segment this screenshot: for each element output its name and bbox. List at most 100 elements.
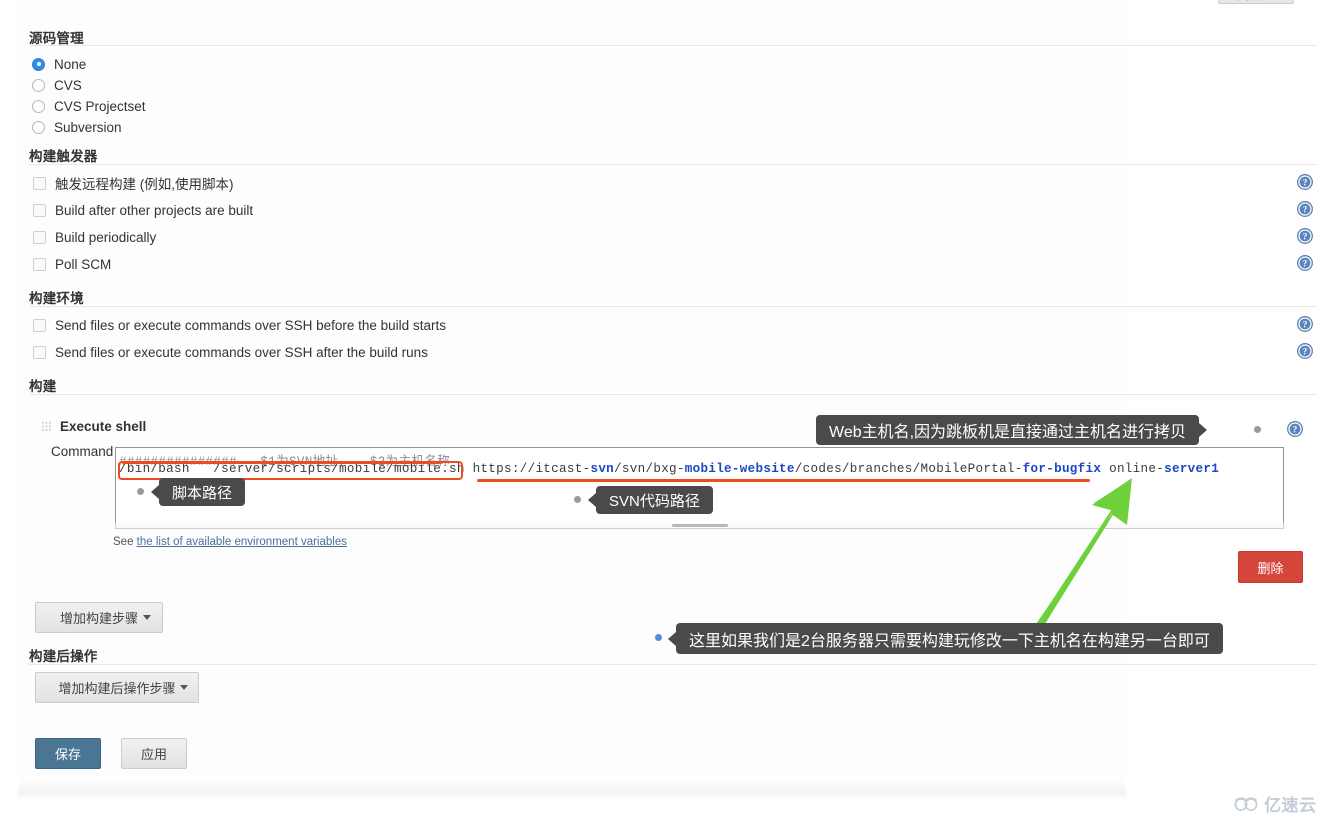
radio-label: CVS Projectset (54, 98, 146, 114)
command-url-mid1: /svn/bxg- (614, 462, 685, 476)
radio-label: CVS (54, 77, 82, 93)
checkbox-indicator[interactable] (33, 230, 46, 244)
section-heading-environment: 构建环境 (29, 291, 84, 306)
callout-pointer-icon (1199, 423, 1208, 437)
watermark-text: 亿速云 (1264, 796, 1317, 815)
help-icon[interactable]: ? (1297, 316, 1313, 332)
checkbox-poll-scm[interactable]: Poll SCM (33, 254, 111, 274)
radio-option-cvs-projectset[interactable]: CVS Projectset (32, 96, 146, 116)
section-heading-build: 构建 (29, 379, 57, 394)
radio-indicator[interactable] (32, 78, 45, 92)
command-space (1101, 462, 1109, 476)
chevron-down-icon[interactable] (180, 685, 188, 690)
svg-text:?: ? (1293, 425, 1298, 435)
command-host-prefix: online- (1109, 462, 1165, 476)
checkbox-ssh-before-build[interactable]: Send files or execute commands over SSH … (33, 315, 446, 335)
advanced-button[interactable]: 高级… (1218, 0, 1294, 4)
save-button[interactable]: 保存 (35, 738, 101, 769)
highlight-underline-comment (122, 461, 442, 464)
env-variables-link[interactable]: the list of available environment variab… (137, 536, 347, 548)
chevron-down-icon[interactable] (143, 615, 151, 620)
radio-indicator[interactable] (32, 120, 45, 134)
checkbox-build-periodically[interactable]: Build periodically (33, 227, 156, 247)
checkbox-label: Build periodically (55, 229, 157, 245)
help-icon[interactable]: ? (1287, 421, 1303, 437)
command-host-token: server1 (1164, 462, 1220, 476)
cloud-logo-icon (1234, 796, 1258, 811)
callout-svn-path: SVN代码路径 (588, 486, 713, 514)
callout-text: SVN代码路径 (609, 492, 700, 510)
divider-environment (29, 306, 1317, 307)
radio-option-subversion[interactable]: Subversion (32, 117, 122, 137)
apply-button[interactable]: 应用 (121, 738, 187, 769)
callout-pointer-icon (151, 485, 159, 499)
radio-indicator[interactable] (32, 57, 45, 71)
callout-anchor-dot (574, 496, 581, 503)
env-variables-hint: See the list of available environment va… (113, 536, 347, 548)
divider-scm (29, 45, 1317, 46)
help-icon[interactable]: ? (1297, 255, 1313, 271)
callout-web-host: Web主机名,因为跳板机是直接通过主机名进行拷贝 (816, 415, 1208, 445)
section-heading-scm: 源码管理 (29, 31, 84, 46)
checkbox-label: Build after other projects are built (55, 202, 254, 218)
checkbox-trigger-remote[interactable]: 触发远程构建 (例如,使用脚本) (33, 173, 234, 193)
delete-build-step-button[interactable]: 删除 (1238, 551, 1303, 583)
checkbox-indicator[interactable] (33, 318, 46, 332)
checkbox-label: 触发远程构建 (例如,使用脚本) (55, 177, 234, 192)
callout-text: 这里如果我们是2台服务器只需要构建玩修改一下主机名在构建另一台即可 (689, 632, 1210, 650)
command-label: Command (51, 444, 114, 459)
checkbox-ssh-after-build[interactable]: Send files or execute commands over SSH … (33, 342, 428, 362)
page-bottom-shadow (18, 782, 1126, 800)
help-icon[interactable]: ? (1297, 174, 1313, 190)
radio-option-none[interactable]: None (32, 54, 86, 74)
svg-text:?: ? (1303, 178, 1308, 188)
divider-triggers (29, 164, 1317, 165)
svg-text:?: ? (1303, 259, 1308, 269)
watermark: 亿速云 (1234, 791, 1317, 816)
callout-anchor-dot (137, 488, 144, 495)
drag-handle-icon[interactable] (41, 421, 52, 432)
help-icon[interactable]: ? (1297, 343, 1313, 359)
checkbox-label: Send files or execute commands over SSH … (55, 344, 428, 360)
radio-indicator[interactable] (32, 99, 45, 113)
callout-pointer-icon (668, 631, 676, 646)
checkbox-label: Poll SCM (55, 256, 112, 272)
highlight-underline-svn-url (477, 479, 1090, 482)
checkbox-indicator[interactable] (33, 176, 46, 190)
callout-note: 这里如果我们是2台服务器只需要构建玩修改一下主机名在构建另一台即可 (668, 623, 1223, 654)
callout-anchor-dot (1254, 426, 1261, 433)
checkbox-label: Send files or execute commands over SSH … (55, 317, 446, 333)
add-post-build-step-button[interactable]: 增加构建后操作步骤 (35, 672, 199, 703)
section-heading-triggers: 构建触发器 (29, 149, 98, 164)
checkbox-build-after-projects[interactable]: Build after other projects are built (33, 200, 253, 220)
help-icon[interactable]: ? (1297, 201, 1313, 217)
command-url-prefix: https://itcast- (472, 462, 591, 476)
radio-option-cvs[interactable]: CVS (32, 75, 82, 95)
add-build-step-label: 增加构建步骤 (59, 611, 138, 626)
callout-anchor-dot (655, 634, 662, 641)
svg-text:?: ? (1303, 205, 1308, 215)
build-step-title: Execute shell (60, 419, 147, 434)
command-line: /bin/bash /server/scripts/mobile/mobile.… (119, 462, 1219, 476)
divider-build (29, 394, 1317, 395)
checkbox-indicator[interactable] (33, 203, 46, 217)
callout-pointer-icon (588, 493, 596, 507)
callout-script-path: 脚本路径 (151, 478, 246, 506)
command-url-token-website: mobile-website (684, 462, 795, 476)
command-url-token-svn: svn (590, 462, 615, 476)
help-icon[interactable]: ? (1297, 228, 1313, 244)
checkbox-indicator[interactable] (33, 345, 46, 359)
radio-label: Subversion (54, 119, 122, 135)
checkbox-indicator[interactable] (33, 257, 46, 271)
env-prefix: See (113, 536, 137, 548)
jenkins-job-config-page: 高级… 源码管理 None CVS CVS Projectset Subvers… (0, 0, 1329, 818)
command-script-path: /bin/bash /server/scripts/mobile/mobile.… (119, 462, 473, 476)
callout-text: Web主机名,因为跳板机是直接通过主机名进行拷贝 (829, 424, 1187, 441)
command-url-token-bugfix: for-bugfix (1022, 462, 1102, 476)
section-heading-post-build: 构建后操作 (29, 649, 98, 664)
svg-text:?: ? (1303, 232, 1308, 242)
add-post-build-step-label: 增加构建后操作步骤 (58, 681, 176, 696)
divider-post-build (29, 664, 1317, 665)
callout-text: 脚本路径 (172, 484, 233, 502)
green-arrow-up-right-icon (1034, 478, 1132, 630)
